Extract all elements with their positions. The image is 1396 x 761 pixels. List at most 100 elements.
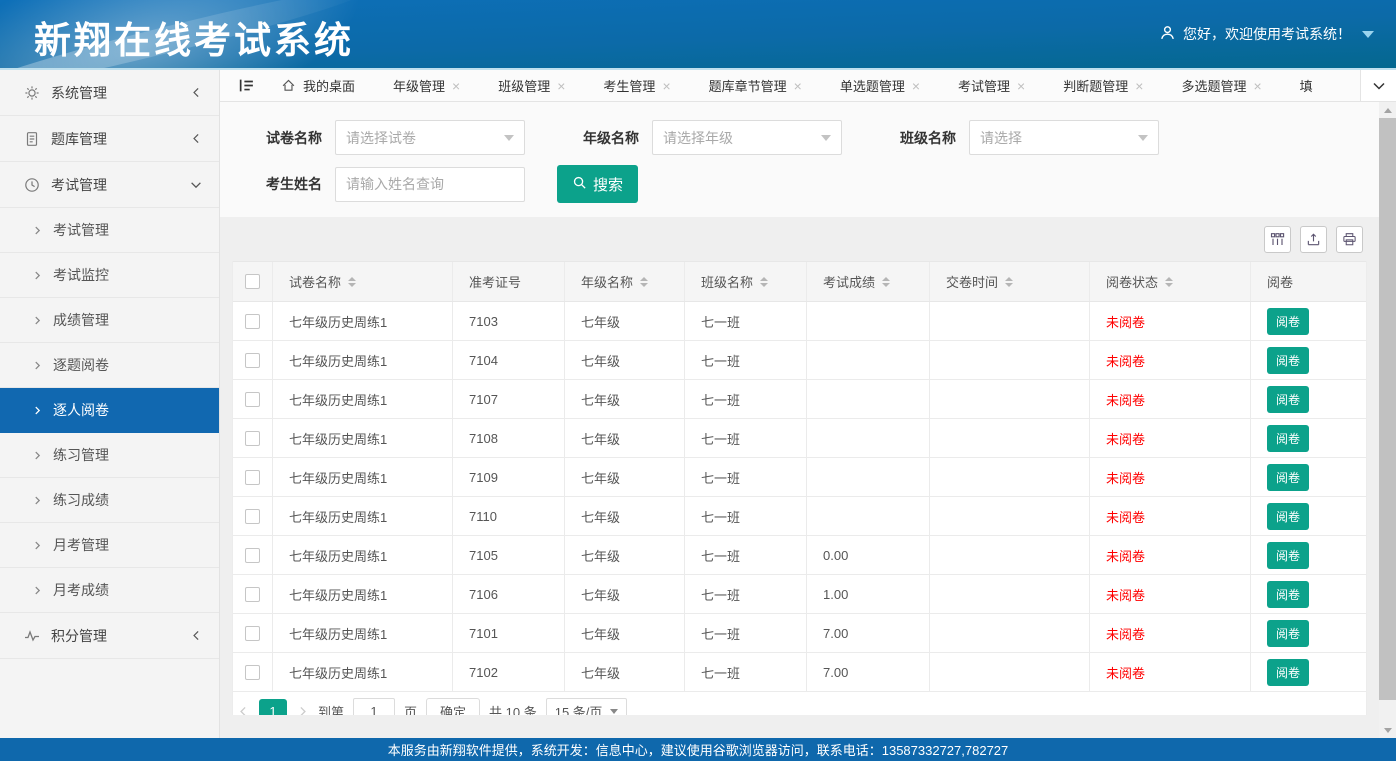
paper-select[interactable]: 请选择试卷 [335,120,525,155]
grade-button[interactable]: 阅卷 [1267,347,1309,374]
tab[interactable]: 判断题管理 × [1044,70,1162,102]
close-icon[interactable]: × [662,79,670,93]
close-icon[interactable]: × [912,79,920,93]
tab[interactable]: 年级管理 × [374,70,479,102]
row-checkbox[interactable] [245,587,260,602]
goto-page-input[interactable] [353,698,395,716]
scroll-down-icon[interactable] [1379,722,1396,738]
page-number-button[interactable]: 1 [259,699,287,716]
confirm-page-button[interactable]: 确定 [426,698,480,716]
close-icon[interactable]: × [452,79,460,93]
header-cell-class[interactable]: 班级名称 [685,262,807,301]
prev-page-button[interactable] [237,705,250,716]
sidebar-submenu-item[interactable]: 考试管理 [0,208,219,253]
row-checkbox[interactable] [245,665,260,680]
print-icon[interactable] [1336,226,1363,253]
row-checkbox[interactable] [245,314,260,329]
search-button[interactable]: 搜索 [557,165,638,203]
grade-button[interactable]: 阅卷 [1267,581,1309,608]
main-area: 我的桌面 年级管理 × 班级管理 × 考生管理 × [220,70,1396,738]
row-checkbox[interactable] [245,470,260,485]
student-name-input[interactable] [335,167,525,202]
sort-icon[interactable] [760,277,768,287]
header-cell-grade[interactable]: 年级名称 [565,262,685,301]
grade-button[interactable]: 阅卷 [1267,386,1309,413]
user-menu[interactable]: 您好，欢迎使用考试系统！ [1159,24,1374,44]
cell-exam: 七年级历史周练1 [273,458,453,496]
scroll-up-icon[interactable] [1379,102,1396,118]
sort-icon[interactable] [882,277,890,287]
header-cell-score[interactable]: 考试成绩 [807,262,930,301]
sidebar-submenu-item[interactable]: 月考成绩 [0,568,219,613]
select-all-checkbox[interactable] [245,274,260,289]
chevron-right-icon [32,585,43,596]
table-toolbar [220,217,1379,261]
grade-button[interactable]: 阅卷 [1267,542,1309,569]
sidebar-submenu-item[interactable]: 逐题阅卷 [0,343,219,388]
row-checkbox[interactable] [245,509,260,524]
sidebar-item-points-management[interactable]: 积分管理 [0,613,219,659]
cell-checkbox [233,575,273,613]
class-select[interactable]: 请选择 [969,120,1159,155]
cell-ticket: 7109 [453,458,565,496]
sidebar-item-question-bank[interactable]: 题库管理 [0,116,219,162]
tab[interactable]: 题库章节管理 × [690,70,821,102]
sort-icon[interactable] [1005,277,1013,287]
row-checkbox[interactable] [245,431,260,446]
tab-home[interactable]: 我的桌面 [262,70,374,102]
sidebar-submenu-item[interactable]: 月考管理 [0,523,219,568]
sidebar-submenu-item[interactable]: 逐人阅卷 [0,388,219,433]
sidebar-submenu-item[interactable]: 成绩管理 [0,298,219,343]
sort-icon[interactable] [1165,277,1173,287]
grade-button[interactable]: 阅卷 [1267,464,1309,491]
close-icon[interactable]: × [794,79,802,93]
vertical-scrollbar[interactable] [1379,102,1396,738]
tab[interactable]: 考试管理 × [939,70,1044,102]
page-size-select[interactable]: 15 条/页 [546,698,628,716]
table-panel: 试卷名称 准考证号 年级名称 班级名称 [232,261,1367,715]
tabs-dropdown-button[interactable] [1360,70,1396,101]
sidebar-item-exam-management[interactable]: 考试管理 [0,162,219,208]
columns-icon[interactable] [1264,226,1291,253]
cell-status: 未阅卷 [1090,458,1251,496]
header-label: 年级名称 [581,272,633,291]
row-checkbox[interactable] [245,626,260,641]
sidebar-submenu-item[interactable]: 练习成绩 [0,478,219,523]
row-checkbox[interactable] [245,392,260,407]
row-checkbox[interactable] [245,548,260,563]
header-cell-status[interactable]: 阅卷状态 [1090,262,1251,301]
tab[interactable]: 考生管理 × [584,70,689,102]
close-icon[interactable]: × [557,79,565,93]
grade-button[interactable]: 阅卷 [1267,659,1309,686]
cell-action: 阅卷 [1251,380,1366,418]
tab-truncated[interactable]: 填 [1281,70,1332,102]
close-icon[interactable]: × [1135,79,1143,93]
cell-action: 阅卷 [1251,497,1366,535]
row-checkbox[interactable] [245,353,260,368]
sort-icon[interactable] [348,277,356,287]
close-icon[interactable]: × [1253,79,1261,93]
header-cell-exam[interactable]: 试卷名称 [273,262,453,301]
export-icon[interactable] [1300,226,1327,253]
collapse-sidebar-icon[interactable] [230,70,262,102]
tab[interactable]: 多选题管理 × [1162,70,1280,102]
sort-icon[interactable] [640,277,648,287]
cell-exam: 七年级历史周练1 [273,653,453,691]
sidebar-submenu-item[interactable]: 练习管理 [0,433,219,478]
grade-button[interactable]: 阅卷 [1267,425,1309,452]
scrollbar-thumb[interactable] [1379,118,1396,700]
close-icon[interactable]: × [1017,79,1025,93]
chevron-down-icon[interactable] [1362,31,1374,38]
grade-button[interactable]: 阅卷 [1267,503,1309,530]
sidebar-submenu-item[interactable]: 考试监控 [0,253,219,298]
cell-action: 阅卷 [1251,458,1366,496]
grade-button[interactable]: 阅卷 [1267,308,1309,335]
tab[interactable]: 班级管理 × [479,70,584,102]
next-page-button[interactable] [296,705,309,716]
tab-label: 考试管理 [958,76,1010,95]
tab[interactable]: 单选题管理 × [821,70,939,102]
grade-button[interactable]: 阅卷 [1267,620,1309,647]
sidebar-item-system-management[interactable]: 系统管理 [0,70,219,116]
grade-select[interactable]: 请选择年级 [652,120,842,155]
header-cell-submit-time[interactable]: 交卷时间 [930,262,1090,301]
